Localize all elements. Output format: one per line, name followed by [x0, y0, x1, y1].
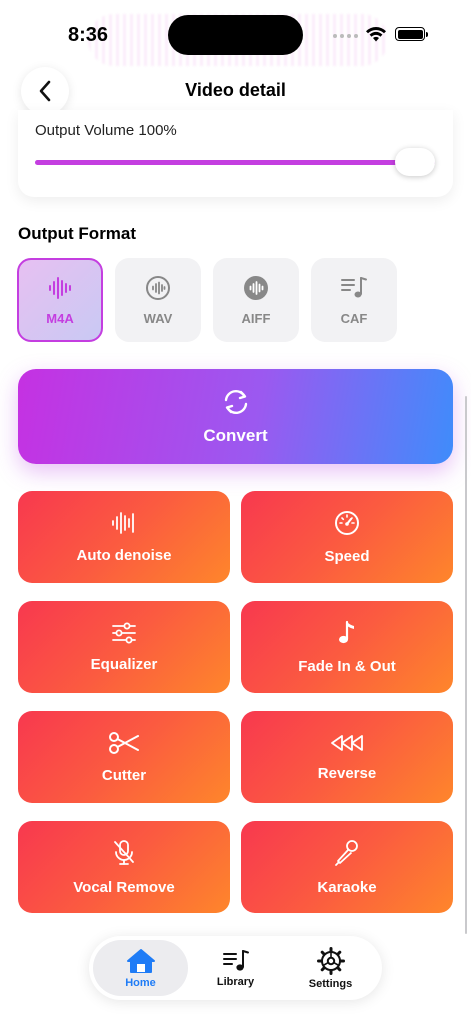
format-option-aiff[interactable]: AIFF	[213, 258, 299, 342]
karaoke-mic-icon	[335, 839, 358, 866]
tools-grid: Auto denoise Speed Equalizer Fade In & O…	[18, 491, 453, 913]
tool-equalizer-button[interactable]: Equalizer	[18, 601, 230, 693]
output-format-title: Output Format	[18, 224, 137, 243]
tab-library[interactable]: Library	[188, 940, 283, 996]
tool-label: Equalizer	[90, 655, 158, 673]
tab-label: Library	[216, 975, 255, 988]
gear-icon	[316, 946, 345, 975]
format-label: AIFF	[241, 310, 271, 326]
waveform-circle-icon	[146, 275, 170, 300]
tool-label: Vocal Remove	[73, 878, 175, 896]
output-volume-card: Output Volume 100%	[18, 110, 453, 197]
format-option-caf[interactable]: CAF	[311, 258, 397, 342]
wifi-icon	[366, 26, 386, 42]
slider-fill	[35, 160, 435, 165]
battery-icon	[395, 27, 428, 41]
tool-label: Auto denoise	[76, 546, 172, 564]
convert-button[interactable]: Convert	[18, 369, 453, 464]
format-option-m4a[interactable]: M4A	[17, 258, 103, 342]
format-option-wav[interactable]: WAV	[115, 258, 201, 342]
tab-bar: Home Library Settings	[89, 936, 382, 1000]
waveform-icon	[112, 511, 134, 534]
tab-label: Settings	[308, 977, 353, 990]
tool-cutter-button[interactable]: Cutter	[18, 711, 230, 803]
music-list-icon	[222, 949, 249, 971]
speedometer-icon	[335, 510, 359, 535]
waveform-circle-filled-icon	[244, 275, 268, 300]
waveform-icon	[49, 276, 71, 299]
dynamic-island	[168, 15, 303, 55]
tool-label: Fade In & Out	[298, 657, 396, 675]
scrollbar[interactable]	[465, 396, 467, 934]
rewind-icon	[331, 734, 363, 751]
tool-label: Reverse	[317, 764, 377, 782]
tool-vocal-remove-button[interactable]: Vocal Remove	[18, 821, 230, 913]
home-icon	[126, 948, 155, 973]
output-volume-label: Output Volume 100%	[35, 122, 177, 139]
page-title: Video detail	[185, 80, 286, 100]
sliders-icon	[112, 622, 136, 643]
refresh-icon	[224, 389, 247, 414]
status-time: 8:36	[68, 24, 109, 46]
tool-fade-in-out-button[interactable]: Fade In & Out	[241, 601, 453, 693]
cellular-dots-icon	[333, 34, 358, 38]
music-note-icon	[339, 620, 354, 643]
tool-karaoke-button[interactable]: Karaoke	[241, 821, 453, 913]
tab-label: Home	[125, 976, 156, 989]
status-bar: 8:36	[0, 0, 471, 70]
format-label: WAV	[143, 310, 173, 326]
tab-home[interactable]: Home	[93, 940, 188, 996]
tool-label: Karaoke	[317, 878, 377, 896]
scissors-icon	[109, 731, 139, 754]
music-list-icon	[341, 276, 367, 297]
tool-label: Speed	[324, 547, 370, 565]
tool-reverse-button[interactable]: Reverse	[241, 711, 453, 803]
tool-label: Cutter	[101, 766, 147, 784]
format-label: M4A	[46, 310, 74, 326]
slider-thumb[interactable]	[395, 148, 435, 176]
format-label: CAF	[340, 310, 368, 326]
tab-settings[interactable]: Settings	[283, 940, 378, 996]
convert-label: Convert	[203, 425, 268, 445]
output-volume-slider[interactable]	[35, 148, 435, 176]
tool-auto-denoise-button[interactable]: Auto denoise	[18, 491, 230, 583]
tool-speed-button[interactable]: Speed	[241, 491, 453, 583]
output-format-options: M4A WAV AIFF CAF	[17, 258, 397, 342]
mic-slash-icon	[114, 839, 134, 865]
